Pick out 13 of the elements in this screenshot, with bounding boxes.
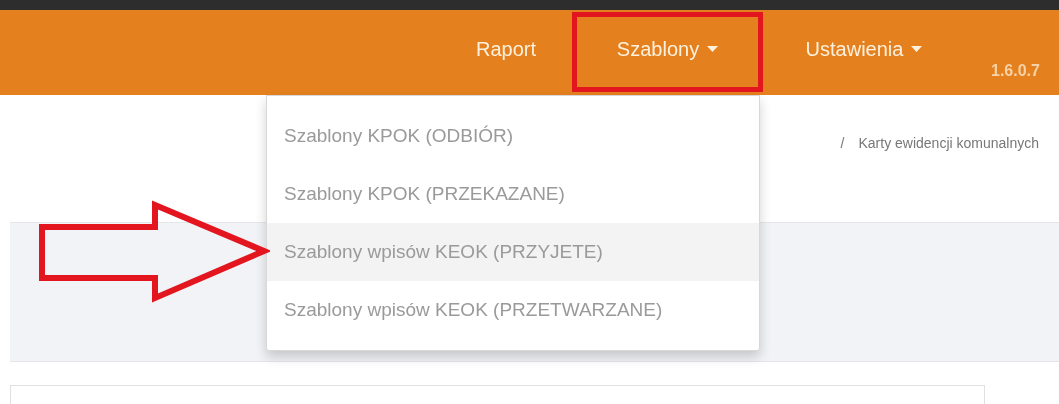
menu-item[interactable]: Szablony KPOK (PRZEKAZANE): [267, 165, 759, 223]
menu-item[interactable]: Szablony wpisów KEOK (PRZETWARZANE): [267, 281, 759, 339]
caret-icon: [911, 45, 923, 52]
version-label: 1.6.0.7: [991, 61, 1040, 81]
breadcrumb-separator: /: [840, 134, 845, 153]
arrow-icon: [38, 200, 270, 303]
breadcrumb-item: Karty ewidencji komunalnych: [858, 134, 1039, 153]
nav-item[interactable]: Szablony: [572, 10, 763, 95]
caret-icon: [707, 45, 719, 52]
nav-item[interactable]: Raport: [440, 10, 572, 95]
menu-item[interactable]: Szablony KPOK (ODBIÓR): [267, 107, 759, 165]
menu-item[interactable]: Szablony wpisów KEOK (PRZYJETE): [267, 223, 759, 281]
nav-item[interactable]: Ustawienia: [763, 10, 965, 95]
